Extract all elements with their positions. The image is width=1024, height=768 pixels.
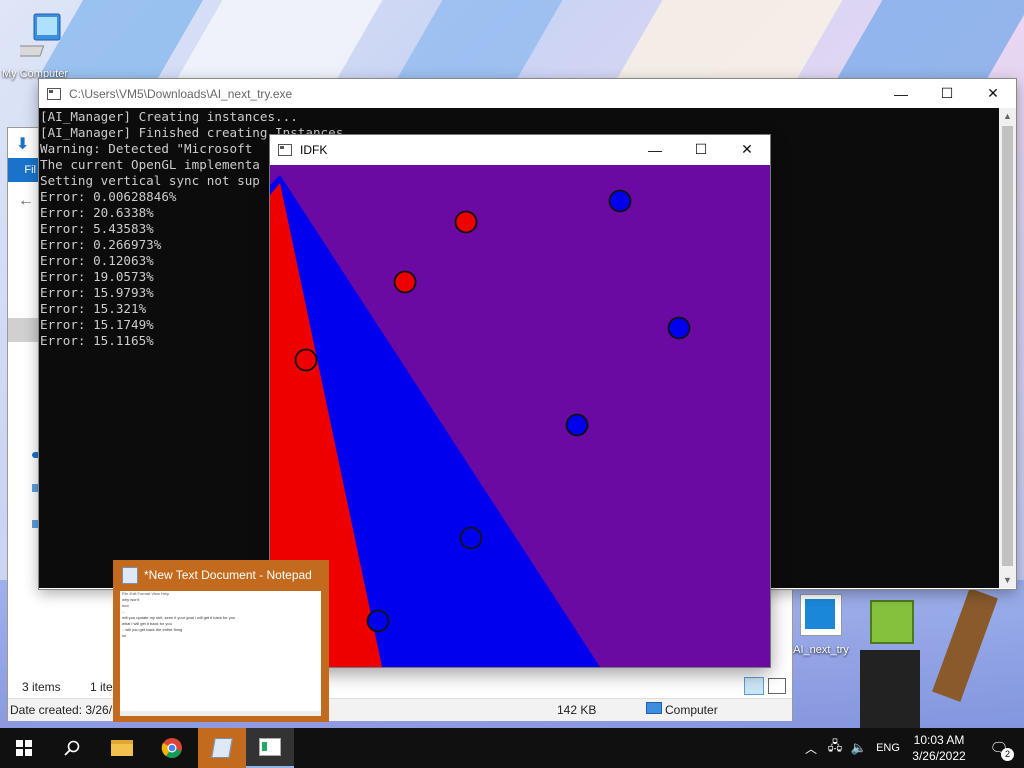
blue-data-point xyxy=(667,316,691,340)
idfk-titlebar[interactable]: IDFK — ☐ ✕ xyxy=(270,135,770,164)
taskbar-notepad[interactable] xyxy=(198,728,246,768)
action-center-button[interactable]: 🗨 2 xyxy=(980,728,1018,768)
search-icon xyxy=(64,740,80,756)
status-items-count: 3 items xyxy=(22,680,61,694)
blue-data-point xyxy=(459,526,483,550)
file-size: 142 KB xyxy=(557,703,597,717)
scroll-up-arrow-icon[interactable]: ▲ xyxy=(999,111,1016,121)
my-computer-desktop-icon[interactable]: My Computer xyxy=(2,12,82,80)
chrome-icon xyxy=(161,738,182,758)
red-data-point xyxy=(294,348,318,372)
maximize-icon: ☐ xyxy=(694,141,708,157)
volume-tray-button[interactable]: 🔈 xyxy=(848,728,870,768)
idfk-app-icon xyxy=(278,143,292,156)
classification-canvas[interactable] xyxy=(270,165,770,667)
maximize-button[interactable]: ☐ xyxy=(924,79,970,108)
notepad-icon xyxy=(122,567,138,584)
ribbon-file-tab[interactable]: Fil xyxy=(8,158,40,182)
minimize-icon: — xyxy=(648,141,662,158)
computer-icon xyxy=(9,13,61,57)
exe-icon xyxy=(800,594,842,636)
blue-data-point xyxy=(608,189,632,213)
console-taskbar-icon xyxy=(259,738,281,756)
speaker-icon: 🔈 xyxy=(850,740,868,755)
location-icon xyxy=(646,702,662,714)
nav-pane-highlight xyxy=(8,318,40,342)
details-view-button[interactable] xyxy=(744,677,764,695)
console-titlebar[interactable]: C:\Users\VM5\Downloads\AI_next_try.exe —… xyxy=(39,79,1016,108)
blue-data-point xyxy=(366,609,390,633)
search-button[interactable] xyxy=(48,728,96,768)
back-arrow-icon[interactable]: ← xyxy=(18,192,34,210)
red-data-point xyxy=(393,270,417,294)
network-icon: 🖧 xyxy=(827,738,843,753)
ai-next-try-desktop-icon[interactable]: AI_next_try xyxy=(790,594,852,656)
taskbar: ︿ 🖧 🔈 ENG 10:03 AM 3/26/2022 🗨 2 xyxy=(0,728,1024,768)
notepad-text: why won't noo ... will you update my shi… xyxy=(122,597,236,638)
notepad-statusbar xyxy=(120,711,321,716)
blue-data-point xyxy=(565,413,589,437)
idfk-maximize-button[interactable]: ☐ xyxy=(678,135,724,164)
close-icon: ✕ xyxy=(987,85,999,101)
console-app-icon xyxy=(47,87,61,100)
idfk-close-button[interactable]: ✕ xyxy=(724,135,770,164)
minimize-button[interactable]: — xyxy=(878,79,924,108)
scroll-thumb[interactable] xyxy=(1002,126,1013,566)
notepad-title: *New Text Document - Notepad xyxy=(144,568,312,582)
network-tray-button[interactable]: 🖧 xyxy=(824,728,846,768)
close-icon: ✕ xyxy=(741,141,753,157)
view-buttons xyxy=(744,674,790,698)
clock[interactable]: 10:03 AM 3/26/2022 xyxy=(906,728,972,768)
clock-time: 10:03 AM xyxy=(913,733,965,747)
notification-count: 2 xyxy=(1001,748,1014,761)
date-created: Date created: 3/26/ xyxy=(10,703,113,717)
download-icon: ⬇ xyxy=(16,136,30,153)
clock-date: 3/26/2022 xyxy=(912,749,966,763)
console-line: [AI_Manager] Creating instances... xyxy=(40,109,298,124)
maximize-icon: ☐ xyxy=(940,85,954,101)
taskbar-console[interactable] xyxy=(246,728,294,768)
red-data-point xyxy=(454,210,478,234)
start-button[interactable] xyxy=(0,728,48,768)
status-selected-count: 1 ite xyxy=(90,680,113,694)
idfk-minimize-button[interactable]: — xyxy=(632,135,678,164)
scroll-down-arrow-icon[interactable]: ▼ xyxy=(999,575,1016,585)
large-icons-view-button[interactable] xyxy=(768,678,786,694)
chevron-up-icon: ︿ xyxy=(804,741,817,756)
idfk-window: IDFK — ☐ ✕ xyxy=(270,135,770,667)
notepad-taskbar-icon xyxy=(211,738,233,758)
windows-logo-icon xyxy=(16,740,32,756)
taskbar-chrome[interactable] xyxy=(148,728,196,768)
ai-next-try-label: AI_next_try xyxy=(793,644,849,656)
taskbar-file-explorer[interactable] xyxy=(98,728,146,768)
notepad-preview[interactable]: *New Text Document - Notepad File Edit F… xyxy=(113,560,329,722)
minimize-icon: — xyxy=(894,85,908,102)
folder-icon xyxy=(111,740,133,756)
show-hidden-icons-button[interactable]: ︿ xyxy=(800,728,822,768)
close-button[interactable]: ✕ xyxy=(970,79,1016,108)
console-scrollbar[interactable]: ▲ ▼ xyxy=(999,108,1016,588)
notepad-thumbnail: File Edit Format View Help why won't noo… xyxy=(120,591,321,716)
language-indicator[interactable]: ENG xyxy=(872,728,904,768)
location-label: Computer xyxy=(665,703,718,717)
console-title: C:\Users\VM5\Downloads\AI_next_try.exe xyxy=(69,86,293,101)
idfk-title: IDFK xyxy=(300,142,328,157)
